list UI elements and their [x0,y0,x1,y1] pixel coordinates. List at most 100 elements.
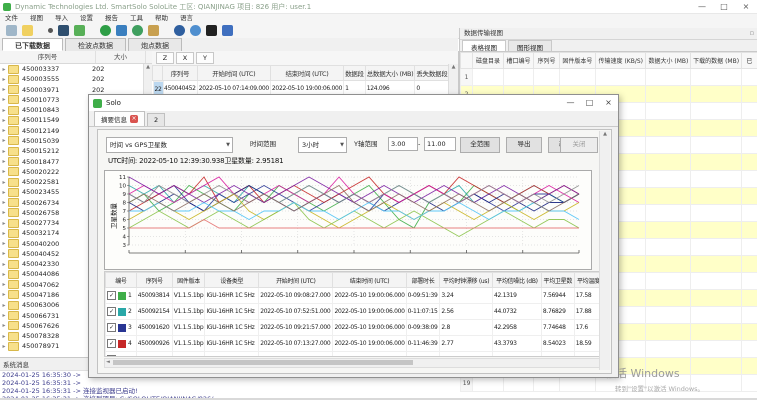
pin-icon[interactable]: ▫ [750,28,754,39]
expand-icon[interactable]: ▸ [0,281,8,288]
transfer-col-header[interactable]: 数据大小 (MB) [646,53,691,69]
main-tab-已下载数据[interactable]: 已下载数据 [2,38,63,51]
device-row[interactable]: ✓1450093814V1.1.5.1bpIGU-16HR 1C 5Hz2022… [106,288,605,304]
expand-icon[interactable]: ▸ [0,137,8,144]
axis-tab-Y[interactable]: Y [196,52,214,64]
mid-col-header[interactable] [153,66,163,81]
globe-green-icon[interactable] [100,25,111,36]
dialog-minimize-button[interactable]: — [561,95,580,111]
expand-icon[interactable]: ▸ [0,107,8,114]
summary-col-header[interactable]: 平均卫星数 [541,273,574,288]
tree-row[interactable]: ▸450003555202 [0,74,144,84]
printer-icon[interactable] [6,25,17,36]
menu-item-视图[interactable]: 视图 [30,14,43,23]
expand-icon[interactable]: ▸ [0,333,8,340]
export-button[interactable]: 导出 [506,137,542,153]
mid-col-header[interactable]: 数据段 [344,66,366,81]
expand-icon[interactable]: ▸ [0,291,8,298]
expand-icon[interactable]: ▸ [0,148,8,155]
summary-col-header[interactable]: 设备类型 [205,273,259,288]
menu-item-工具[interactable]: 工具 [130,14,143,23]
expand-icon[interactable]: ▸ [0,240,8,247]
expand-icon[interactable]: ▸ [0,271,8,278]
mid-col-header[interactable]: 序列号 [163,66,198,81]
expand-icon[interactable]: ▸ [0,199,8,206]
mid-col-header[interactable]: 结束时间 (UTC) [270,66,343,81]
folder-icon[interactable] [22,25,33,36]
expand-icon[interactable]: ▸ [0,209,8,216]
device-checkbox[interactable]: ✓ [107,339,116,348]
device-row[interactable]: ✓2450092154V1.1.5.1bpIGU-16HR 1C 5Hz2022… [106,304,605,320]
transfer-col-header[interactable]: 固件版本号 [559,53,596,69]
monitor-icon[interactable] [116,25,127,36]
expand-icon[interactable]: ▸ [0,261,8,268]
expand-icon[interactable]: ▸ [0,168,8,175]
mid-col-header[interactable]: 总数据大小 (MB) [365,66,415,81]
summary-col-header[interactable]: 平均信噪比 (dB) [492,273,541,288]
summary-col-header[interactable]: 平均时钟漂移 (us) [440,273,493,288]
transfer-col-header[interactable]: 下载的数据 (MB) [691,53,741,69]
dialog-tab-2[interactable]: 2 [147,113,165,126]
summary-col-header[interactable]: 序列号 [136,273,172,288]
dialog-close-button[interactable]: × [599,95,618,111]
summary-col-header[interactable]: 开始时间 (UTC) [259,273,333,288]
y-min-input[interactable]: 3.00 [388,137,418,151]
close-button[interactable]: × [735,0,757,13]
satellite-chart[interactable]: 34567891011 卫星数量 [104,170,592,270]
tree-row[interactable]: ▸450003337202 [0,64,144,74]
time-range-select[interactable]: 3小时 ▼ [298,137,347,153]
expand-icon[interactable]: ▸ [0,86,8,93]
summary-col-header[interactable]: 固件版本 [172,273,205,288]
menu-item-帮助[interactable]: 帮助 [155,14,168,23]
tab-close-icon[interactable]: × [130,115,138,123]
expand-icon[interactable]: ▸ [0,96,8,103]
transfer-col-header[interactable]: 槽口编号 [503,53,534,69]
expand-icon[interactable]: ▸ [0,230,8,237]
menu-item-导入[interactable]: 导入 [55,14,68,23]
expand-icon[interactable]: ▸ [0,343,8,350]
dialog-title-bar[interactable]: Solo — □ × [89,95,618,111]
transfer-col-header[interactable]: 传输速度 (KB/S) [596,53,646,69]
dialog-horizontal-scrollbar[interactable]: ◄ ► [104,358,606,368]
device-row[interactable]: ✓5450090418V1.1.5.1bpIGU-16HR 1C 5Hz2022… [106,352,605,358]
axis-tab-X[interactable]: X [176,52,194,64]
scrollbar-thumb[interactable] [113,360,413,365]
transfer-col-header[interactable]: 序列号 [534,53,559,69]
close-chart-button[interactable]: 关闭 [560,137,598,153]
calculator-icon[interactable] [58,25,69,36]
maximize-button[interactable]: □ [713,0,735,13]
mid-col-header[interactable]: 丢失数据段 [415,66,449,81]
scroll-left-icon[interactable]: ◄ [106,359,110,366]
device-checkbox[interactable]: ✓ [107,291,116,300]
expand-icon[interactable]: ▸ [0,127,8,134]
main-tab-炮点数据[interactable]: 炮点数据 [128,38,182,51]
device-checkbox[interactable]: ✓ [107,307,116,316]
summary-col-header[interactable]: 编号 [106,273,137,288]
transfer-tab-图形视图[interactable]: 图形视图 [508,40,552,51]
menu-item-设置[interactable]: 设置 [80,14,93,23]
y-max-input[interactable]: 11.00 [424,137,456,151]
mouse-icon[interactable] [190,25,201,36]
menu-item-文件[interactable]: 文件 [5,14,18,23]
expand-icon[interactable]: ▸ [0,250,8,257]
transfer-tab-表格视图[interactable]: 表格视图 [462,40,506,51]
expand-icon[interactable]: ▸ [0,220,8,227]
phone-icon[interactable] [206,25,217,36]
menu-item-语言[interactable]: 语言 [180,14,193,23]
axis-tab-Z[interactable]: Z [156,52,174,64]
minimize-button[interactable]: — [691,0,713,13]
device-row[interactable]: ✓3450091620V1.1.5.1bpIGU-16HR 1C 5Hz2022… [106,320,605,336]
device-row[interactable]: ✓4450090926V1.1.5.1bpIGU-16HR 1C 5Hz2022… [106,336,605,352]
expand-icon[interactable]: ▸ [0,66,8,73]
dialog-maximize-button[interactable]: □ [580,95,599,111]
main-tab-检波点数据[interactable]: 检波点数据 [65,38,126,51]
dialog-vertical-scrollbar[interactable]: ▲ [599,131,610,370]
expand-icon[interactable]: ▸ [0,76,8,83]
dialog-tab-摘要信息[interactable]: 摘要信息× [94,111,145,126]
device-checkbox[interactable]: ✓ [107,323,116,332]
transfer-col-header[interactable]: 已 [741,53,757,69]
expand-icon[interactable]: ▸ [0,189,8,196]
image-icon[interactable] [148,25,159,36]
summary-col-header[interactable]: 部署时长 [406,273,440,288]
dot-icon[interactable] [48,28,53,33]
